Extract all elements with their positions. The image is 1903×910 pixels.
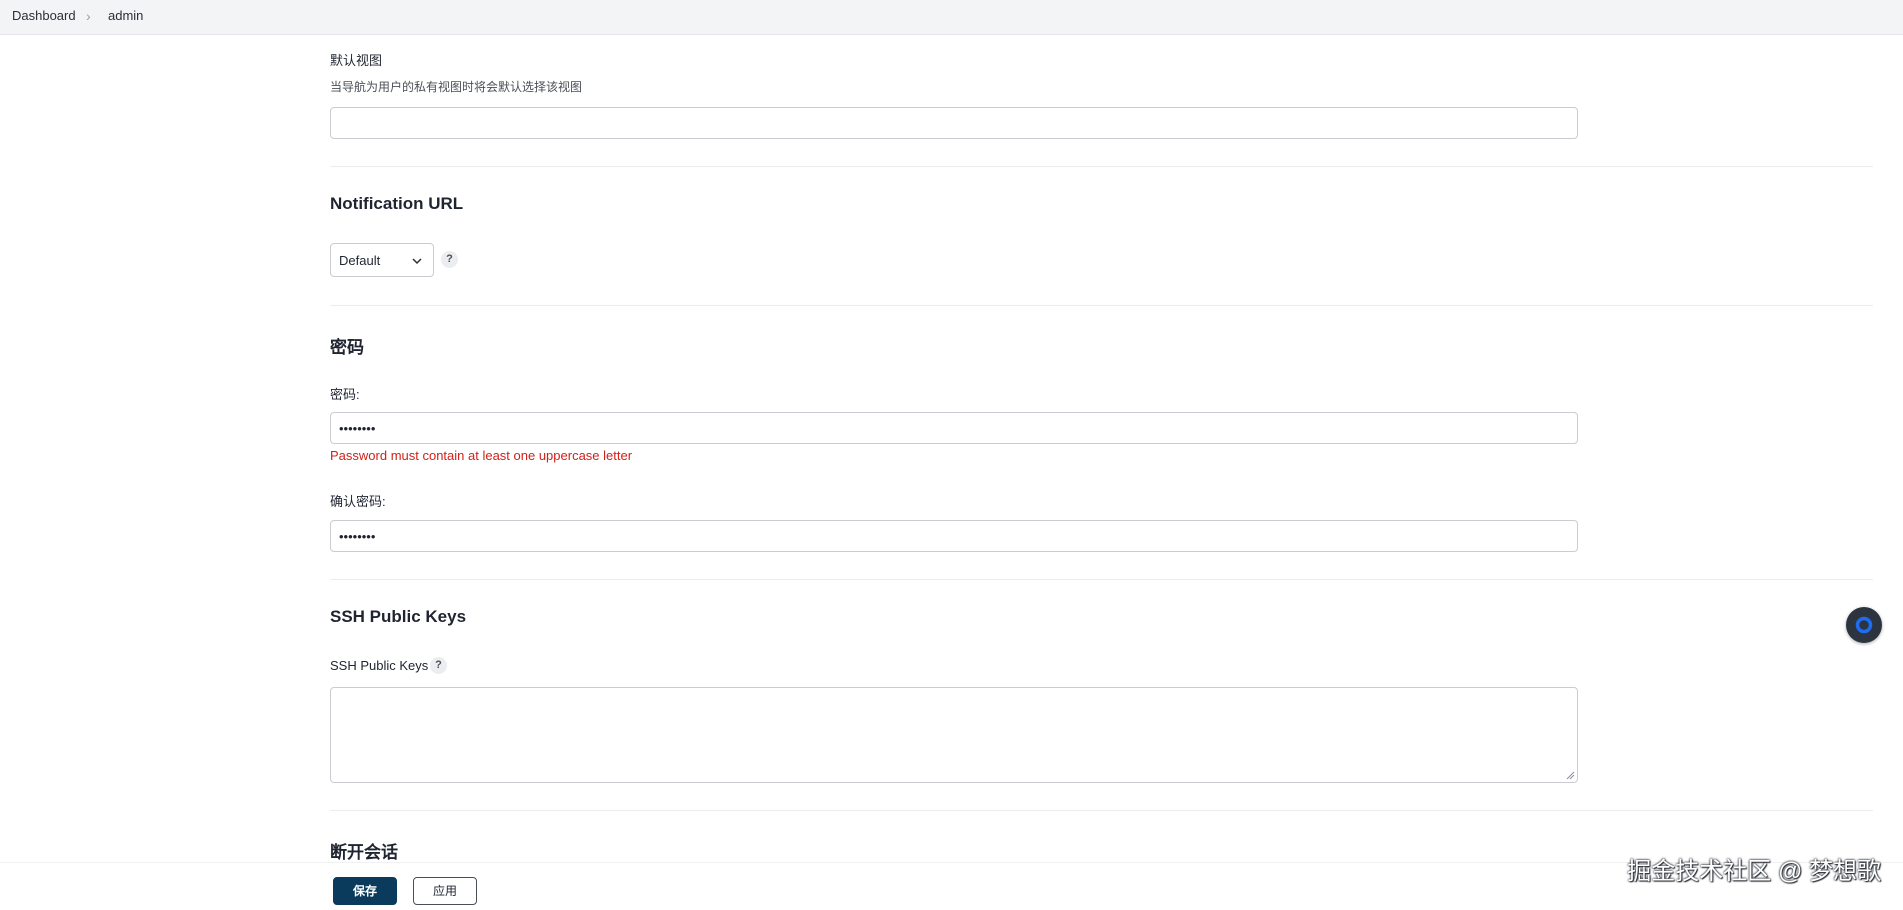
section-divider	[330, 305, 1873, 306]
password-error-message: Password must contain at least one upper…	[330, 448, 633, 463]
ssh-keys-label: SSH Public Keys	[330, 658, 429, 673]
notification-url-heading: Notification URL	[330, 194, 464, 213]
breadcrumb-dashboard-link[interactable]: Dashboard	[12, 8, 76, 24]
default-view-label: 默认视图	[330, 53, 383, 68]
notification-url-select[interactable]: Default	[330, 243, 434, 277]
section-divider	[330, 166, 1873, 167]
default-view-input[interactable]	[330, 107, 1578, 139]
floating-assistant-button[interactable]	[1846, 607, 1882, 643]
ssh-keys-heading: SSH Public Keys	[330, 607, 467, 626]
terminate-sessions-heading: 断开会话	[330, 843, 398, 862]
breadcrumb: Dashboard › admin	[0, 0, 1903, 35]
confirm-password-label: 确认密码:	[330, 494, 386, 509]
watermark-text: 掘金技术社区 @ 梦想歌	[1627, 858, 1881, 885]
chevron-down-icon	[412, 258, 422, 265]
breadcrumb-admin-link[interactable]: admin	[108, 8, 143, 24]
password-label: 密码:	[330, 387, 360, 402]
assistant-ring-icon	[1855, 616, 1873, 634]
section-divider	[330, 579, 1873, 580]
password-input[interactable]	[330, 412, 1578, 444]
notification-help-icon[interactable]: ?	[441, 251, 458, 268]
breadcrumb-separator-icon: ›	[86, 8, 91, 24]
resize-handle-icon[interactable]	[1566, 771, 1575, 780]
apply-button[interactable]: 应用	[413, 877, 477, 905]
password-section-heading: 密码	[330, 338, 364, 357]
form-action-bar: 保存 应用	[0, 862, 1903, 910]
ssh-keys-help-icon[interactable]: ?	[430, 657, 447, 674]
notification-url-select-value: Default	[339, 253, 381, 268]
ssh-keys-textarea[interactable]	[330, 687, 1578, 783]
section-divider	[330, 810, 1873, 811]
save-button[interactable]: 保存	[333, 877, 397, 905]
default-view-description: 当导航为用户的私有视图时将会默认选择该视图	[330, 80, 583, 94]
confirm-password-input[interactable]	[330, 520, 1578, 552]
